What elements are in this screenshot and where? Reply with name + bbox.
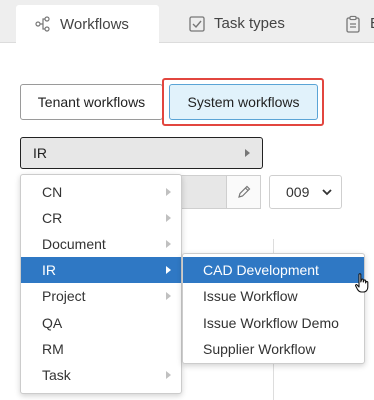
- caret-right-icon: [245, 149, 250, 157]
- system-workflows-label: System workflows: [187, 94, 300, 110]
- system-workflows-button[interactable]: System workflows: [169, 84, 318, 120]
- menu-item-project[interactable]: Project: [21, 283, 181, 309]
- pencil-icon: [237, 185, 250, 198]
- menu-item-label: CR: [42, 210, 63, 226]
- menu-item-cn[interactable]: CN: [21, 179, 181, 205]
- menu-item-label: CN: [42, 184, 63, 200]
- caret-right-icon: [166, 292, 171, 300]
- version-select[interactable]: 009: [269, 175, 342, 209]
- hand-cursor-icon: [354, 273, 369, 293]
- caret-right-icon: [166, 188, 171, 196]
- workflow-name-field[interactable]: [178, 175, 228, 209]
- tab-task-types[interactable]: Task types: [188, 5, 328, 42]
- checkbox-icon: [189, 15, 205, 32]
- caret-right-icon: [166, 214, 171, 222]
- menu-item-label: RM: [42, 341, 64, 357]
- workflow-icon: [35, 16, 50, 32]
- tab-workflows-label: Workflows: [60, 15, 129, 33]
- menu-item-task[interactable]: Task: [21, 362, 181, 388]
- chevron-down-icon: [322, 189, 332, 196]
- tenant-workflows-button[interactable]: Tenant workflows: [20, 84, 163, 120]
- tab-b[interactable]: B: [344, 5, 374, 42]
- submenu-item-label: Issue Workflow Demo: [203, 315, 339, 331]
- edit-button[interactable]: [226, 175, 261, 209]
- menu-item-document[interactable]: Document: [21, 231, 181, 257]
- tab-task-types-label: Task types: [214, 15, 285, 32]
- menu-item-label: Document: [42, 236, 106, 252]
- caret-right-icon: [166, 371, 171, 379]
- menu-item-ir[interactable]: IR: [21, 257, 181, 283]
- caret-right-icon: [166, 266, 171, 274]
- tab-workflows[interactable]: Workflows: [16, 5, 159, 43]
- submenu-item-label: Issue Workflow: [203, 288, 298, 304]
- version-select-value: 009: [286, 184, 310, 200]
- caret-right-icon: [166, 240, 171, 248]
- menu-item-rm[interactable]: RM: [21, 336, 181, 362]
- submenu-item-label: Supplier Workflow: [203, 341, 316, 357]
- ir-submenu: CAD Development Issue Workflow Issue Wor…: [182, 253, 365, 364]
- menu-item-cr[interactable]: CR: [21, 205, 181, 231]
- menu-item-label: Project: [42, 288, 86, 304]
- tenant-workflows-label: Tenant workflows: [37, 94, 146, 110]
- submenu-item-supplier-workflow[interactable]: Supplier Workflow: [183, 336, 364, 362]
- menu-item-label: IR: [42, 262, 56, 278]
- clipboard-icon: [346, 15, 360, 33]
- category-menu: CN CR Document IR Project QA RM Task: [20, 174, 182, 394]
- submenu-item-issue-workflow-demo[interactable]: Issue Workflow Demo: [183, 310, 364, 336]
- submenu-item-cad-development[interactable]: CAD Development: [183, 257, 364, 283]
- menu-item-label: Task: [42, 367, 71, 383]
- tab-strip: Workflows Task types B: [0, 0, 374, 43]
- menu-item-label: QA: [42, 315, 63, 331]
- menu-item-qa[interactable]: QA: [21, 310, 181, 336]
- category-select[interactable]: IR: [20, 137, 263, 169]
- submenu-item-label: CAD Development: [203, 262, 319, 278]
- tab-b-label: B: [370, 15, 374, 32]
- submenu-item-issue-workflow[interactable]: Issue Workflow: [183, 283, 364, 309]
- category-select-value: IR: [33, 145, 47, 161]
